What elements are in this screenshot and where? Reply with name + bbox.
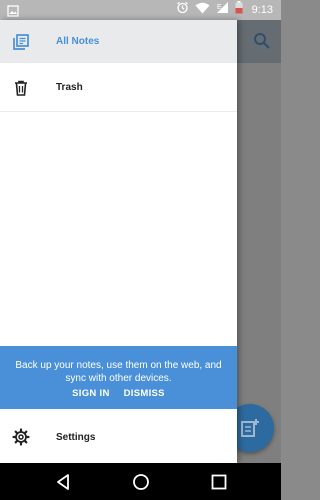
backup-message: Back up your notes, use them on the web,… xyxy=(15,360,222,384)
drawer-item-label: All Notes xyxy=(56,36,100,47)
backup-actions: SIGN IN DISMISS xyxy=(0,388,237,399)
svg-text:E: E xyxy=(217,4,222,11)
backup-prompt-card: Back up your notes, use them on the web,… xyxy=(0,346,237,409)
drawer-item-label: Settings xyxy=(56,431,96,443)
back-icon[interactable] xyxy=(53,472,73,492)
status-bar: E 9:13 xyxy=(0,0,281,20)
navigation-drawer: All Notes Trash Back up your notes, use … xyxy=(0,20,237,463)
sign-in-button[interactable]: SIGN IN xyxy=(72,388,109,399)
gear-icon xyxy=(12,428,30,446)
drawer-item-settings[interactable]: Settings xyxy=(0,415,237,459)
status-time: 9:13 xyxy=(251,4,273,16)
wifi-icon xyxy=(195,1,210,19)
drawer-item-label: Trash xyxy=(56,82,83,93)
system-nav-bar xyxy=(0,463,281,500)
trash-icon xyxy=(12,79,30,97)
new-note-icon xyxy=(241,419,259,437)
search-icon[interactable] xyxy=(252,31,272,51)
home-icon[interactable] xyxy=(131,472,151,492)
notes-icon xyxy=(12,33,30,51)
alarm-icon xyxy=(176,1,189,19)
battery-icon xyxy=(235,1,243,19)
signal-e-icon: E xyxy=(216,1,229,19)
dismiss-button[interactable]: DISMISS xyxy=(124,388,165,399)
recents-icon[interactable] xyxy=(209,472,229,492)
drawer-item-trash[interactable]: Trash xyxy=(0,64,237,112)
image-icon xyxy=(7,4,19,17)
drawer-item-all-notes[interactable]: All Notes xyxy=(0,20,237,63)
